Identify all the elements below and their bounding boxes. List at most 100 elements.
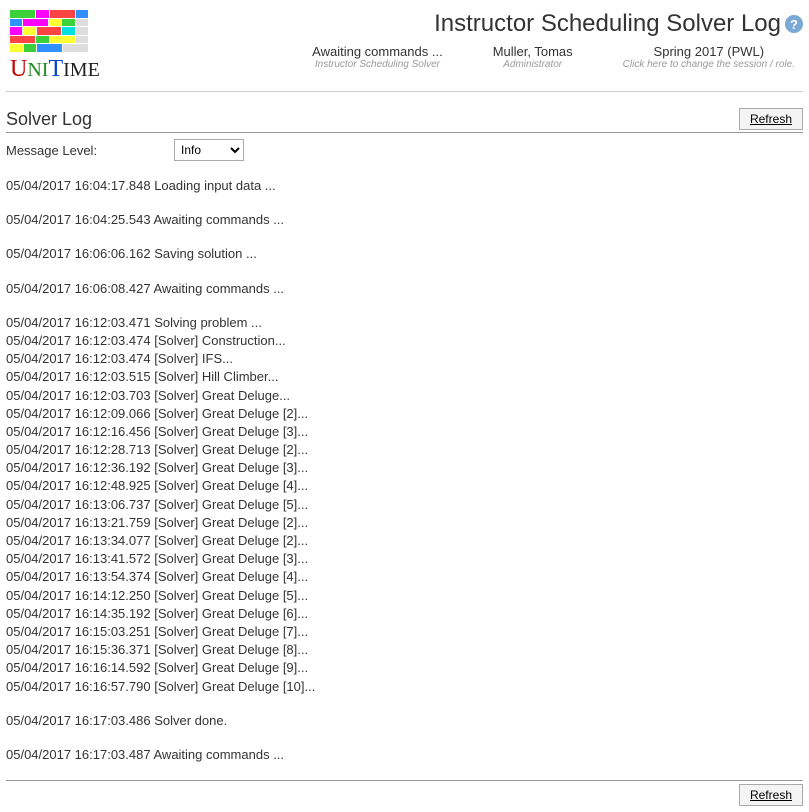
status-user[interactable]: Muller, Tomas Administrator: [493, 44, 573, 70]
footer-bar: Refresh: [6, 780, 803, 806]
log-message: [Solver] Great Deluge [2]...: [151, 442, 309, 457]
log-line: 05/04/2017 16:12:03.471 Solving problem …: [6, 314, 803, 332]
log-timestamp: 05/04/2017 16:16:14.592: [6, 660, 151, 675]
log-line: 05/04/2017 16:12:03.474 [Solver] IFS...: [6, 350, 803, 368]
status-main: Spring 2017 (PWL): [623, 44, 795, 59]
log-line: 05/04/2017 16:14:35.192 [Solver] Great D…: [6, 605, 803, 623]
log-line: 05/04/2017 16:06:06.162 Saving solution …: [6, 245, 803, 263]
log-line: 05/04/2017 16:13:54.374 [Solver] Great D…: [6, 568, 803, 586]
log-line: 05/04/2017 16:12:09.066 [Solver] Great D…: [6, 405, 803, 423]
log-message: [Solver] Great Deluge [10]...: [151, 679, 316, 694]
status-session[interactable]: Spring 2017 (PWL) Click here to change t…: [623, 44, 795, 70]
section-header: Solver Log Refresh: [6, 108, 803, 133]
refresh-button-bottom[interactable]: Refresh: [739, 784, 803, 806]
log-message: [Solver] IFS...: [151, 351, 233, 366]
log-message: [Solver] Great Deluge [9]...: [151, 660, 309, 675]
page-title-text: Instructor Scheduling Solver Log: [434, 10, 781, 38]
log-timestamp: 05/04/2017 16:17:03.487: [6, 747, 151, 762]
log-message: [Solver] Construction...: [151, 333, 286, 348]
log-timestamp: 05/04/2017 16:06:08.427: [6, 281, 151, 296]
log-line: 05/04/2017 16:06:08.427 Awaiting command…: [6, 280, 803, 298]
status-sub: Instructor Scheduling Solver: [312, 59, 443, 70]
log-message: [Solver] Great Deluge [7]...: [151, 624, 309, 639]
log-timestamp: 05/04/2017 16:13:21.759: [6, 515, 151, 530]
log-timestamp: 05/04/2017 16:12:48.925: [6, 478, 151, 493]
log-message: [Solver] Great Deluge [4]...: [151, 478, 309, 493]
log-timestamp: 05/04/2017 16:13:06.737: [6, 497, 151, 512]
log-timestamp: 05/04/2017 16:12:28.713: [6, 442, 151, 457]
log-message: [Solver] Hill Climber...: [151, 369, 279, 384]
help-icon[interactable]: ?: [785, 15, 803, 33]
log-line: 05/04/2017 16:13:41.572 [Solver] Great D…: [6, 550, 803, 568]
status-sub: Administrator: [493, 59, 573, 70]
log-line: 05/04/2017 16:16:57.790 [Solver] Great D…: [6, 678, 803, 696]
log-timestamp: 05/04/2017 16:13:34.077: [6, 533, 151, 548]
log-message: [Solver] Great Deluge [3]...: [151, 460, 309, 475]
log-message: [Solver] Great Deluge [5]...: [151, 497, 309, 512]
log-timestamp: 05/04/2017 16:12:36.192: [6, 460, 151, 475]
log-line: 05/04/2017 16:15:36.371 [Solver] Great D…: [6, 641, 803, 659]
log-timestamp: 05/04/2017 16:13:54.374: [6, 569, 151, 584]
message-level-row: Message Level: Info: [6, 139, 803, 161]
log-timestamp: 05/04/2017 16:12:09.066: [6, 406, 151, 421]
log-message: Awaiting commands ...: [151, 212, 284, 227]
log-message: Loading input data ...: [151, 178, 276, 193]
log-block: 05/04/2017 16:04:17.848 Loading input da…: [6, 177, 803, 195]
log-line: 05/04/2017 16:13:34.077 [Solver] Great D…: [6, 532, 803, 550]
log-line: 05/04/2017 16:12:28.713 [Solver] Great D…: [6, 441, 803, 459]
log-line: 05/04/2017 16:15:03.251 [Solver] Great D…: [6, 623, 803, 641]
log-line: 05/04/2017 16:12:03.474 [Solver] Constru…: [6, 332, 803, 350]
page-header: UNITIME Instructor Scheduling Solver Log…: [6, 6, 803, 92]
log-timestamp: 05/04/2017 16:17:03.486: [6, 713, 151, 728]
page-title: Instructor Scheduling Solver Log ?: [106, 10, 803, 38]
log-message: [Solver] Great Deluge [5]...: [151, 588, 309, 603]
log-container: 05/04/2017 16:04:17.848 Loading input da…: [6, 177, 803, 764]
log-block: 05/04/2017 16:12:03.471 Solving problem …: [6, 314, 803, 696]
log-message: [Solver] Great Deluge [2]...: [151, 515, 309, 530]
log-timestamp: 05/04/2017 16:12:03.474: [6, 333, 151, 348]
logo-blocks-icon: [10, 10, 88, 52]
log-message: Awaiting commands ...: [151, 747, 284, 762]
log-line: 05/04/2017 16:04:25.543 Awaiting command…: [6, 211, 803, 229]
log-message: [Solver] Great Deluge [6]...: [151, 606, 309, 621]
log-line: 05/04/2017 16:12:16.456 [Solver] Great D…: [6, 423, 803, 441]
log-message: [Solver] Great Deluge [8]...: [151, 642, 309, 657]
refresh-button-top[interactable]: Refresh: [739, 108, 803, 130]
log-message: [Solver] Great Deluge [4]...: [151, 569, 309, 584]
log-timestamp: 05/04/2017 16:12:03.515: [6, 369, 151, 384]
log-message: Solver done.: [151, 713, 228, 728]
log-timestamp: 05/04/2017 16:13:41.572: [6, 551, 151, 566]
log-timestamp: 05/04/2017 16:12:03.703: [6, 388, 151, 403]
log-block: 05/04/2017 16:17:03.487 Awaiting command…: [6, 746, 803, 764]
log-block: 05/04/2017 16:17:03.486 Solver done.: [6, 712, 803, 730]
log-line: 05/04/2017 16:13:06.737 [Solver] Great D…: [6, 496, 803, 514]
log-message: [Solver] Great Deluge [3]...: [151, 551, 309, 566]
log-timestamp: 05/04/2017 16:04:17.848: [6, 178, 151, 193]
log-message: Saving solution ...: [151, 246, 257, 261]
log-timestamp: 05/04/2017 16:12:16.456: [6, 424, 151, 439]
content: Solver Log Refresh Message Level: Info 0…: [6, 108, 803, 806]
log-timestamp: 05/04/2017 16:15:36.371: [6, 642, 151, 657]
log-line: 05/04/2017 16:12:03.703 [Solver] Great D…: [6, 387, 803, 405]
log-timestamp: 05/04/2017 16:15:03.251: [6, 624, 151, 639]
log-timestamp: 05/04/2017 16:04:25.543: [6, 212, 151, 227]
log-block: 05/04/2017 16:06:06.162 Saving solution …: [6, 245, 803, 263]
log-timestamp: 05/04/2017 16:14:35.192: [6, 606, 151, 621]
log-timestamp: 05/04/2017 16:12:03.474: [6, 351, 151, 366]
status-row: Awaiting commands ... Instructor Schedul…: [106, 44, 803, 70]
log-line: 05/04/2017 16:12:36.192 [Solver] Great D…: [6, 459, 803, 477]
log-timestamp: 05/04/2017 16:06:06.162: [6, 246, 151, 261]
log-message: [Solver] Great Deluge...: [151, 388, 290, 403]
log-timestamp: 05/04/2017 16:12:03.471: [6, 315, 151, 330]
logo-text: UNITIME: [10, 56, 102, 83]
logo[interactable]: UNITIME: [6, 6, 106, 87]
log-timestamp: 05/04/2017 16:16:57.790: [6, 679, 151, 694]
log-message: [Solver] Great Deluge [3]...: [151, 424, 309, 439]
status-solver[interactable]: Awaiting commands ... Instructor Schedul…: [312, 44, 443, 70]
log-line: 05/04/2017 16:17:03.486 Solver done.: [6, 712, 803, 730]
log-timestamp: 05/04/2017 16:14:12.250: [6, 588, 151, 603]
log-message: [Solver] Great Deluge [2]...: [151, 533, 309, 548]
section-title: Solver Log: [6, 109, 92, 130]
status-main: Awaiting commands ...: [312, 44, 443, 59]
message-level-select[interactable]: Info: [174, 139, 244, 161]
